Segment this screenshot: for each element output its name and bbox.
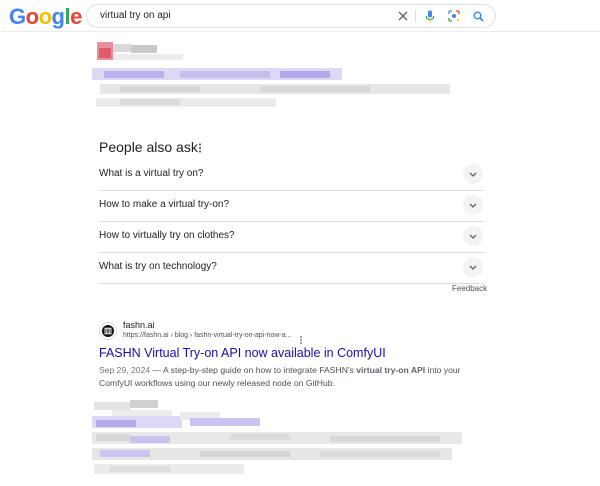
site-url[interactable]: https://fashn.ai › blog › fashn-virtual-… bbox=[123, 332, 291, 339]
paa-question-text: How to virtually try on clothes? bbox=[99, 230, 235, 241]
lens-icon[interactable] bbox=[447, 9, 461, 23]
logo-letter: e bbox=[70, 4, 82, 29]
paa-question-item[interactable]: How to virtually try on clothes? bbox=[99, 221, 484, 253]
result-date: Sep 29, 2024 bbox=[99, 365, 151, 375]
clear-icon[interactable] bbox=[396, 9, 410, 23]
site-favicon-icon bbox=[99, 322, 117, 340]
search-results-page: Google virtual try on api People also as… bbox=[0, 0, 600, 486]
paa-question-item[interactable]: What is a virtual try on? bbox=[99, 159, 484, 191]
paa-question-text: What is a virtual try on? bbox=[99, 168, 204, 179]
google-logo[interactable]: Google bbox=[9, 4, 82, 30]
mic-icon[interactable] bbox=[423, 9, 437, 23]
chevron-down-icon[interactable] bbox=[463, 195, 483, 215]
chevron-down-icon[interactable] bbox=[463, 226, 483, 246]
paa-question-text: How to make a virtual try-on? bbox=[99, 199, 230, 210]
paa-question-text: What is try on technology? bbox=[99, 261, 217, 272]
paa-question-item[interactable]: How to make a virtual try-on? bbox=[99, 190, 484, 222]
snippet-highlight: virtual try-on API bbox=[356, 365, 426, 375]
logo-letter: G bbox=[9, 4, 26, 29]
chevron-down-icon[interactable] bbox=[463, 257, 483, 277]
paa-question-item[interactable]: What is try on technology? bbox=[99, 252, 484, 284]
logo-letter: o bbox=[38, 4, 52, 29]
logo-letter: o bbox=[25, 4, 39, 29]
logo-letter: g bbox=[51, 4, 65, 29]
feedback-link[interactable]: Feedback bbox=[452, 284, 487, 293]
search-box[interactable]: virtual try on api bbox=[86, 4, 496, 28]
more-options-icon[interactable] bbox=[298, 332, 304, 344]
chevron-down-icon[interactable] bbox=[463, 164, 483, 184]
search-icon[interactable] bbox=[471, 9, 485, 23]
more-options-icon[interactable] bbox=[196, 141, 204, 153]
search-input[interactable]: virtual try on api bbox=[100, 10, 171, 21]
result-title-link[interactable]: FASHN Virtual Try-on API now available i… bbox=[99, 346, 386, 360]
result-snippet: Sep 29, 2024 — A step-by-step guide on h… bbox=[99, 364, 489, 390]
people-also-ask-title: People also ask bbox=[99, 139, 198, 155]
site-name[interactable]: fashn.ai bbox=[123, 320, 155, 330]
divider bbox=[415, 10, 416, 22]
top-bar: Google virtual try on api bbox=[0, 0, 600, 32]
snippet-text: — A step-by-step guide on how to integra… bbox=[150, 365, 357, 375]
